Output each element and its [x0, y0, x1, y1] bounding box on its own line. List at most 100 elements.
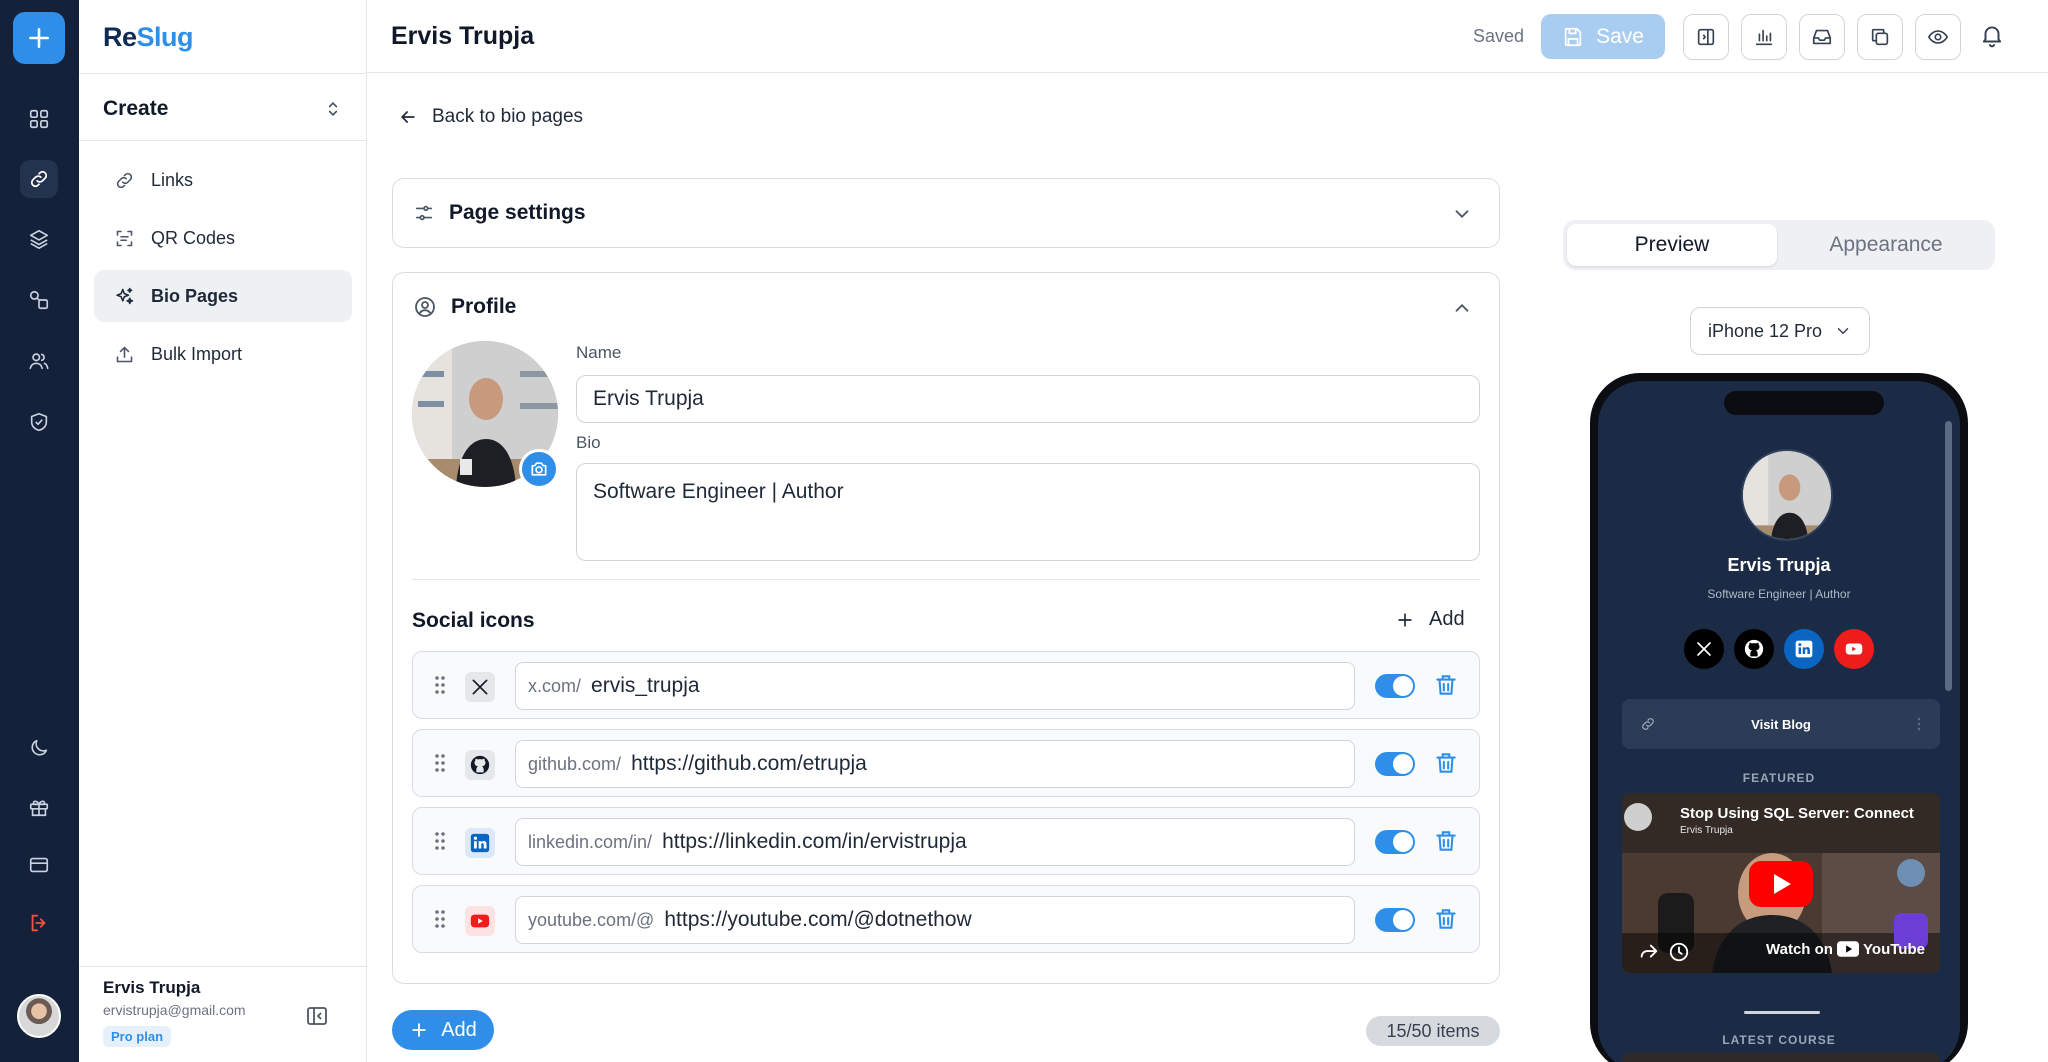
collapse-sidebar-button[interactable] — [305, 1004, 329, 1033]
inbox-icon — [1812, 29, 1832, 45]
user-avatar[interactable] — [17, 994, 61, 1038]
sidebar-item-links[interactable]: Links — [94, 154, 352, 206]
rail-billing[interactable] — [20, 846, 58, 884]
sidebar-item-bio-pages[interactable]: Bio Pages — [94, 270, 352, 322]
youtube-url-field[interactable]: youtube.com/@ https://youtube.com/@dotnet… — [515, 896, 1355, 944]
divider — [79, 73, 367, 74]
preview-tabs: Preview Appearance — [1563, 220, 1995, 270]
watch-on-label: Watch on — [1766, 941, 1833, 958]
top-bar: Ervis Trupja Saved Save — [367, 0, 2048, 73]
add-block-button[interactable]: Add — [392, 1010, 494, 1050]
profile-header[interactable]: Profile — [413, 295, 516, 319]
name-value: Ervis Trupja — [593, 387, 704, 410]
page-settings-card[interactable]: Page settings — [392, 178, 1500, 248]
back-to-bio-pages-link[interactable]: Back to bio pages — [398, 106, 583, 128]
add-social-icon-button[interactable]: Add — [1395, 608, 1465, 631]
sidebar-item-qr-codes[interactable]: QR Codes — [94, 212, 352, 264]
drag-handle-icon[interactable] — [433, 674, 447, 696]
name-field[interactable]: Ervis Trupja — [576, 375, 1480, 423]
brand-logo[interactable]: ReSlug — [103, 22, 194, 53]
preview-x-icon[interactable] — [1684, 629, 1724, 669]
preview-visit-blog-link[interactable]: Visit Blog — [1622, 699, 1940, 749]
trash-icon[interactable] — [1433, 906, 1459, 932]
sidebar-item-bulk-import[interactable]: Bulk Import — [94, 328, 352, 380]
panel-icon — [1697, 28, 1715, 46]
gift-icon — [29, 800, 49, 817]
youtube-logo-icon — [465, 906, 495, 936]
create-section-label: Create — [103, 97, 169, 120]
github-url-field[interactable]: github.com/https://github.com/etrupja — [515, 740, 1355, 788]
name-label: Name — [576, 343, 622, 362]
preview-name: Ervis Trupja — [1727, 555, 1831, 575]
rail-users[interactable] — [20, 342, 58, 380]
camera-icon — [531, 462, 547, 476]
video-channel: Ervis Trupja — [1680, 825, 1733, 836]
rail-layers[interactable] — [20, 220, 58, 258]
page-title: Ervis Trupja — [391, 22, 535, 50]
toggle-panel-button[interactable] — [1683, 14, 1729, 60]
icon-rail — [0, 0, 79, 1062]
youtube-enabled-toggle[interactable] — [1375, 908, 1415, 932]
rail-theme-toggle[interactable] — [20, 729, 58, 767]
rail-logout[interactable] — [20, 904, 58, 942]
inbox-button[interactable] — [1799, 14, 1845, 60]
device-select-value: iPhone 12 Pro — [1707, 320, 1823, 341]
chevron-down-icon[interactable] — [1451, 203, 1473, 225]
linkedin-logo-icon — [465, 828, 495, 858]
watch-on-youtube-link[interactable]: Watch on YouTube — [1766, 941, 1925, 958]
view-live-button[interactable] — [1915, 14, 1961, 60]
visit-blog-label: Visit Blog — [1751, 716, 1811, 732]
preview-avatar-image — [1743, 451, 1831, 539]
rail-gift[interactable] — [20, 788, 58, 826]
create-section-toggle[interactable]: Create — [103, 94, 343, 124]
featured-video-embed[interactable]: Stop Using SQL Server: Connect Ervis Tru… — [1622, 793, 1940, 973]
sparkles-icon — [116, 287, 134, 304]
trash-icon[interactable] — [1433, 672, 1459, 698]
bio-field[interactable]: Software Engineer | Author — [576, 463, 1480, 561]
analytics-button[interactable] — [1741, 14, 1787, 60]
trash-icon[interactable] — [1433, 828, 1459, 854]
sidebar-item-label: Bio Pages — [151, 285, 239, 306]
notifications-button[interactable] — [1979, 22, 2005, 53]
trash-icon[interactable] — [1433, 750, 1459, 776]
more-vertical-icon[interactable] — [1916, 716, 1922, 732]
url-value: ervis_trupja — [591, 674, 700, 697]
url-prefix: x.com/ — [528, 675, 582, 696]
chevron-up-icon[interactable] — [1451, 297, 1473, 319]
drag-handle-icon[interactable] — [433, 752, 447, 774]
phone-screen: Ervis Trupja Software Engineer | Author … — [1598, 381, 1960, 1062]
x-url-field[interactable]: x.com/ervis_trupja — [515, 662, 1355, 710]
change-photo-button[interactable] — [519, 449, 559, 489]
rail-security[interactable] — [20, 403, 58, 441]
link-icon — [30, 170, 48, 188]
github-enabled-toggle[interactable] — [1375, 752, 1415, 776]
rail-dashboard[interactable] — [20, 100, 58, 138]
latest-course-card[interactable] — [1622, 1053, 1940, 1062]
device-select[interactable]: iPhone 12 Pro — [1690, 307, 1870, 355]
preview-youtube-icon[interactable] — [1834, 629, 1874, 669]
page-settings-header[interactable]: Page settings — [413, 201, 586, 225]
tab-appearance[interactable]: Appearance — [1781, 224, 1991, 266]
rail-links[interactable] — [20, 160, 58, 198]
clock-icon[interactable] — [1668, 941, 1690, 963]
linkedin-enabled-toggle[interactable] — [1375, 830, 1415, 854]
url-prefix: youtube.com/@ — [528, 909, 655, 930]
brand-part-1: Re — [103, 22, 137, 52]
youtube-play-icon[interactable] — [1749, 861, 1813, 907]
credit-card-icon — [29, 857, 49, 873]
rail-shapes[interactable] — [20, 281, 58, 319]
tab-preview[interactable]: Preview — [1567, 224, 1777, 266]
x-enabled-toggle[interactable] — [1375, 674, 1415, 698]
linkedin-url-field[interactable]: linkedin.com/in/https://linkedin.com/in/… — [515, 818, 1355, 866]
chevron-down-icon — [1837, 328, 1849, 335]
create-plus-button[interactable] — [13, 12, 65, 64]
plus-icon — [29, 28, 49, 48]
preview-github-icon[interactable] — [1734, 629, 1774, 669]
shield-check-icon — [30, 412, 48, 432]
drag-handle-icon[interactable] — [433, 830, 447, 852]
drag-handle-icon[interactable] — [433, 908, 447, 930]
preview-linkedin-icon[interactable] — [1784, 629, 1824, 669]
share-icon[interactable] — [1638, 941, 1660, 963]
duplicate-button[interactable] — [1857, 14, 1903, 60]
save-button[interactable]: Save — [1541, 14, 1665, 59]
